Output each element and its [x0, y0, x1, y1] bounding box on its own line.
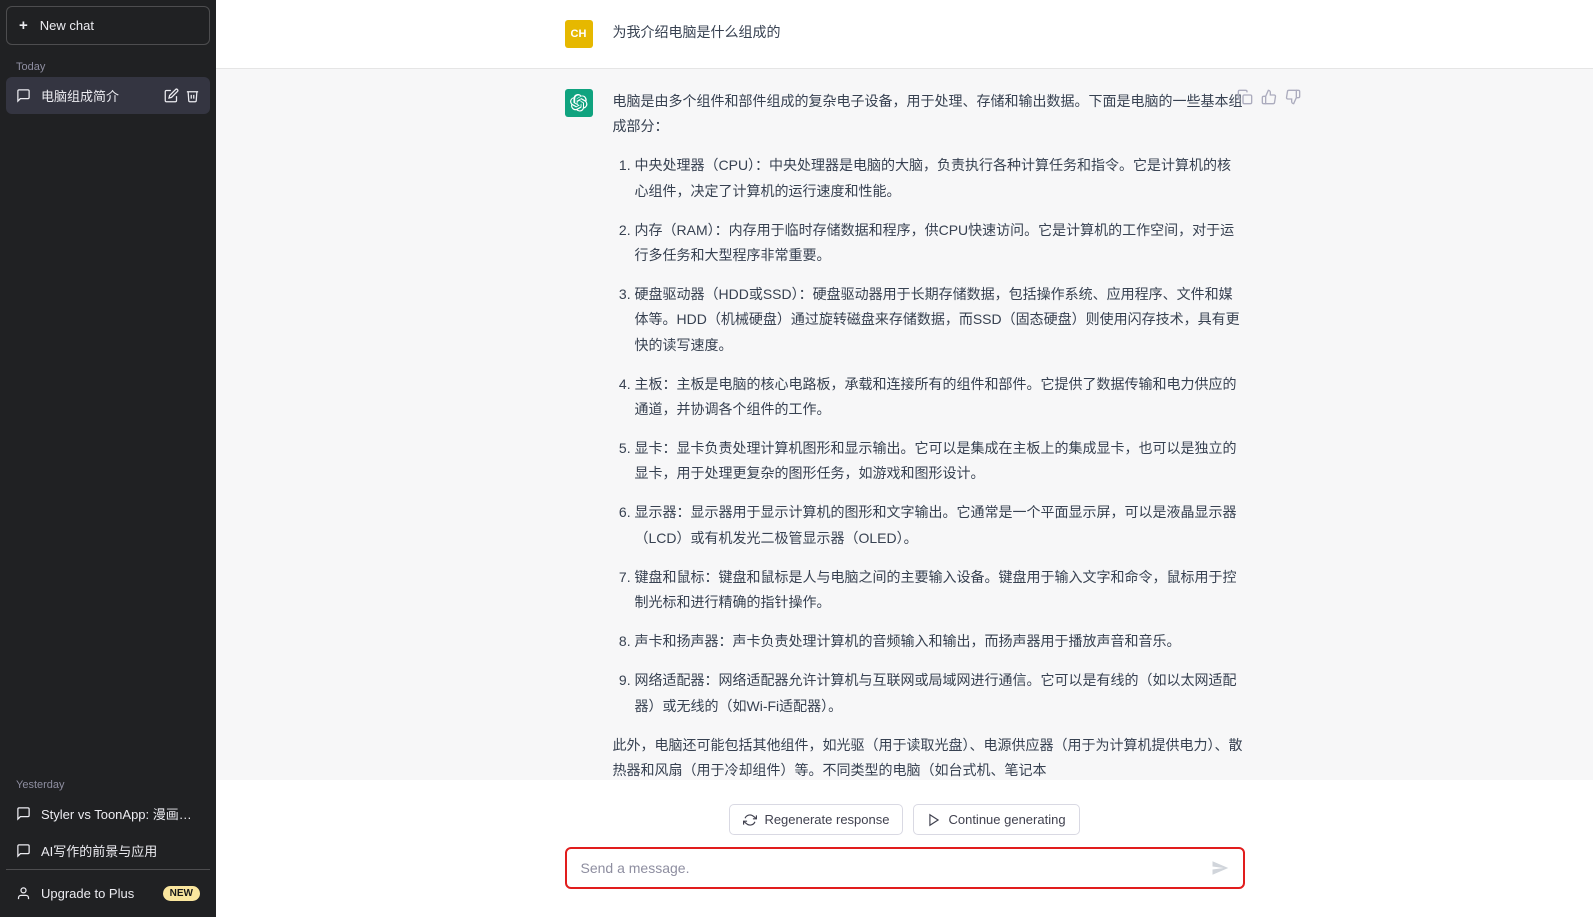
- upgrade-label: Upgrade to Plus: [41, 886, 134, 901]
- regenerate-button[interactable]: Regenerate response: [729, 804, 903, 835]
- new-chat-button[interactable]: + New chat: [6, 6, 210, 45]
- assistant-outro: 此外，电脑还可能包括其他组件，如光驱（用于读取光盘）、电源供应器（用于为计算机提…: [613, 733, 1245, 780]
- chat-list-today: 电脑组成简介: [6, 77, 210, 763]
- thumbs-down-icon[interactable]: [1285, 89, 1301, 105]
- main-area: CH 为我介绍电脑是什么组成的 电脑是由多个组件和部件组成的复杂电子设备，用于处…: [216, 0, 1593, 917]
- send-icon: [1211, 859, 1229, 877]
- sidebar-item[interactable]: Styler vs ToonApp: 漫画脸优劣: [6, 795, 210, 832]
- chat-item-label: AI写作的前景与应用: [41, 841, 200, 860]
- composer-area: Regenerate response Continue generating: [216, 780, 1593, 917]
- sidebar-item[interactable]: AI写作的前景与应用: [6, 832, 210, 869]
- message-input[interactable]: [581, 860, 1211, 876]
- section-label-yesterday: Yesterday: [6, 769, 210, 795]
- chat-item-label: Styler vs ToonApp: 漫画脸优劣: [41, 804, 200, 823]
- chat-icon: [16, 843, 31, 858]
- user-message-row: CH 为我介绍电脑是什么组成的: [216, 0, 1593, 68]
- new-chat-label: New chat: [40, 18, 94, 33]
- assistant-list-item: 键盘和鼠标：键盘和鼠标是人与电脑之间的主要输入设备。键盘用于输入文字和命令，鼠标…: [635, 565, 1245, 615]
- sidebar-bottom: Upgrade to Plus NEW: [6, 869, 210, 911]
- message-composer[interactable]: [565, 847, 1245, 889]
- chat-icon: [16, 88, 31, 103]
- user-avatar: CH: [565, 20, 593, 48]
- chat-icon: [16, 806, 31, 821]
- continue-button[interactable]: Continue generating: [913, 804, 1079, 835]
- sidebar: + New chat Today 电脑组成简介 Yesterday Styler…: [0, 0, 216, 917]
- assistant-list-item: 显卡：显卡负责处理计算机图形和显示输出。它可以是集成在主板上的集成显卡，也可以是…: [635, 436, 1245, 486]
- assistant-avatar: [565, 89, 593, 117]
- section-label-today: Today: [6, 51, 210, 77]
- assistant-list-item: 内存（RAM）：内存用于临时存储数据和程序，供CPU快速访问。它是计算机的工作空…: [635, 218, 1245, 268]
- assistant-list-item: 网络适配器：网络适配器允许计算机与互联网或局域网进行通信。它可以是有线的（如以太…: [635, 668, 1245, 718]
- assistant-list-item: 主板：主板是电脑的核心电路板，承载和连接所有的组件和部件。它提供了数据传输和电力…: [635, 372, 1245, 422]
- assistant-list-item: 声卡和扬声器：声卡负责处理计算机的音频输入和输出，而扬声器用于播放声音和音乐。: [635, 629, 1245, 654]
- continue-icon: [927, 813, 941, 827]
- conversation: CH 为我介绍电脑是什么组成的 电脑是由多个组件和部件组成的复杂电子设备，用于处…: [216, 0, 1593, 780]
- thumbs-up-icon[interactable]: [1261, 89, 1277, 105]
- assistant-list-item: 显示器：显示器用于显示计算机的图形和文字输出。它通常是一个平面显示屏，可以是液晶…: [635, 500, 1245, 550]
- assistant-message-row: 电脑是由多个组件和部件组成的复杂电子设备，用于处理、存储和输出数据。下面是电脑的…: [216, 68, 1593, 780]
- assistant-list-item: 硬盘驱动器（HDD或SSD）：硬盘驱动器用于长期存储数据，包括操作系统、应用程序…: [635, 282, 1245, 358]
- plus-icon: +: [19, 17, 28, 34]
- assistant-message-content: 电脑是由多个组件和部件组成的复杂电子设备，用于处理、存储和输出数据。下面是电脑的…: [613, 89, 1245, 780]
- upgrade-button[interactable]: Upgrade to Plus NEW: [6, 876, 210, 911]
- new-badge: NEW: [163, 886, 200, 901]
- user-message-text: 为我介绍电脑是什么组成的: [613, 20, 1245, 48]
- message-actions: [1237, 89, 1301, 105]
- assistant-list: 中央处理器（CPU）：中央处理器是电脑的大脑，负责执行各种计算任务和指令。它是计…: [613, 153, 1245, 718]
- composer-action-buttons: Regenerate response Continue generating: [729, 804, 1079, 835]
- regenerate-label: Regenerate response: [764, 812, 889, 827]
- trash-icon[interactable]: [185, 88, 200, 103]
- refresh-icon: [743, 813, 757, 827]
- chat-list-yesterday: Styler vs ToonApp: 漫画脸优劣 AI写作的前景与应用: [6, 795, 210, 869]
- edit-icon[interactable]: [164, 88, 179, 103]
- copy-icon[interactable]: [1237, 89, 1253, 105]
- chat-item-label: 电脑组成简介: [41, 86, 154, 105]
- send-button[interactable]: [1211, 859, 1229, 877]
- continue-label: Continue generating: [948, 812, 1065, 827]
- assistant-intro: 电脑是由多个组件和部件组成的复杂电子设备，用于处理、存储和输出数据。下面是电脑的…: [613, 89, 1245, 139]
- assistant-list-item: 中央处理器（CPU）：中央处理器是电脑的大脑，负责执行各种计算任务和指令。它是计…: [635, 153, 1245, 203]
- openai-logo-icon: [570, 94, 588, 112]
- sidebar-item-active[interactable]: 电脑组成简介: [6, 77, 210, 114]
- user-icon: [16, 886, 31, 901]
